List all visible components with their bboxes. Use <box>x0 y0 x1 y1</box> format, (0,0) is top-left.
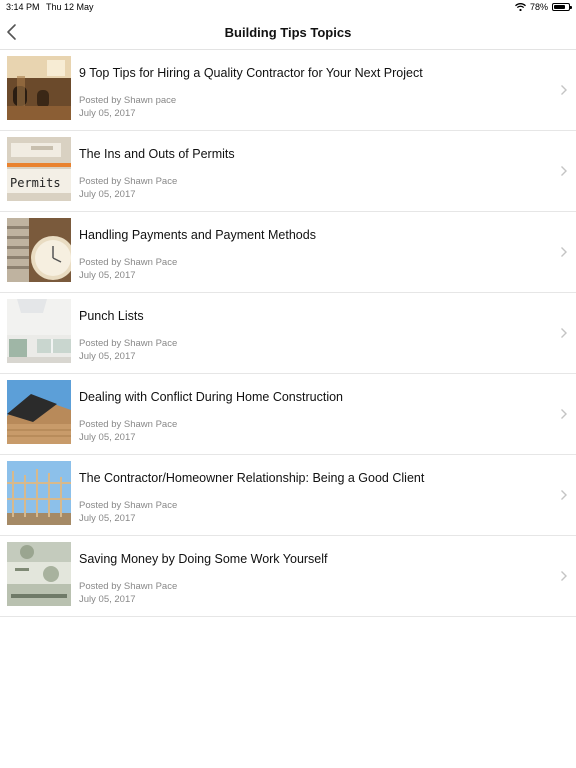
article-row-saving-money[interactable]: Saving Money by Doing Some Work Yourself… <box>0 536 576 617</box>
article-author: Posted by Shawn Pace <box>79 581 178 592</box>
chevron-right-icon <box>561 571 567 581</box>
article-date: July 05, 2017 <box>79 270 136 281</box>
wifi-icon <box>515 3 526 11</box>
status-date: Thu 12 May <box>46 2 94 12</box>
article-author: Posted by Shawn Pace <box>79 500 178 511</box>
status-time: 3:14 PM <box>6 2 40 12</box>
article-author: Posted by Shawn Pace <box>79 419 178 430</box>
article-date: July 05, 2017 <box>79 108 136 119</box>
chevron-right-icon <box>561 409 567 419</box>
article-author: Posted by Shawn Pace <box>79 176 178 187</box>
battery-level <box>554 5 565 9</box>
chevron-right-icon <box>561 166 567 176</box>
status-indicators: 78% <box>515 2 572 12</box>
article-row-punch-lists[interactable]: Punch Lists Posted by Shawn Pace July 05… <box>0 293 576 374</box>
article-title: Saving Money by Doing Some Work Yourself <box>79 552 328 566</box>
battery-icon <box>552 3 572 11</box>
article-author: Posted by Shawn pace <box>79 95 177 106</box>
article-date: July 05, 2017 <box>79 513 136 524</box>
chevron-right-icon <box>561 247 567 257</box>
article-title: The Contractor/Homeowner Relationship: B… <box>79 471 425 485</box>
article-author: Posted by Shawn Pace <box>79 257 178 268</box>
permits-thumb-text: Permits <box>10 176 61 190</box>
article-thumbnail <box>7 461 71 525</box>
navigation-bar: Building Tips Topics <box>0 14 576 50</box>
article-row-payments[interactable]: Handling Payments and Payment Methods Po… <box>0 212 576 293</box>
article-title: Punch Lists <box>79 309 144 323</box>
article-date: July 05, 2017 <box>79 351 136 362</box>
page-title: Building Tips Topics <box>224 25 352 40</box>
article-thumbnail <box>7 299 71 363</box>
article-author: Posted by Shawn Pace <box>79 338 178 349</box>
article-thumbnail: Permits <box>7 137 71 201</box>
article-thumbnail <box>7 380 71 444</box>
article-row-hiring-contractor[interactable]: 9 Top Tips for Hiring a Quality Contract… <box>0 50 576 131</box>
article-title: The Ins and Outs of Permits <box>79 147 235 161</box>
chevron-right-icon <box>561 490 567 500</box>
article-date: July 05, 2017 <box>79 432 136 443</box>
article-list: 9 Top Tips for Hiring a Quality Contract… <box>0 50 576 617</box>
article-row-conflict[interactable]: Dealing with Conflict During Home Constr… <box>0 374 576 455</box>
article-title: Handling Payments and Payment Methods <box>79 228 316 242</box>
article-row-permits[interactable]: Permits The Ins and Outs of Permits Post… <box>0 131 576 212</box>
article-title: Dealing with Conflict During Home Constr… <box>79 390 344 404</box>
article-date: July 05, 2017 <box>79 189 136 200</box>
article-thumbnail <box>7 218 71 282</box>
battery-percent: 78% <box>529 2 548 12</box>
article-thumbnail <box>7 542 71 606</box>
chevron-right-icon <box>561 328 567 338</box>
article-date: July 05, 2017 <box>79 594 136 605</box>
article-thumbnail <box>7 56 71 120</box>
chevron-right-icon <box>561 85 567 95</box>
article-title: 9 Top Tips for Hiring a Quality Contract… <box>79 66 423 80</box>
status-bar: 3:14 PM Thu 12 May 78% <box>0 0 576 14</box>
article-row-relationship[interactable]: The Contractor/Homeowner Relationship: B… <box>0 455 576 536</box>
